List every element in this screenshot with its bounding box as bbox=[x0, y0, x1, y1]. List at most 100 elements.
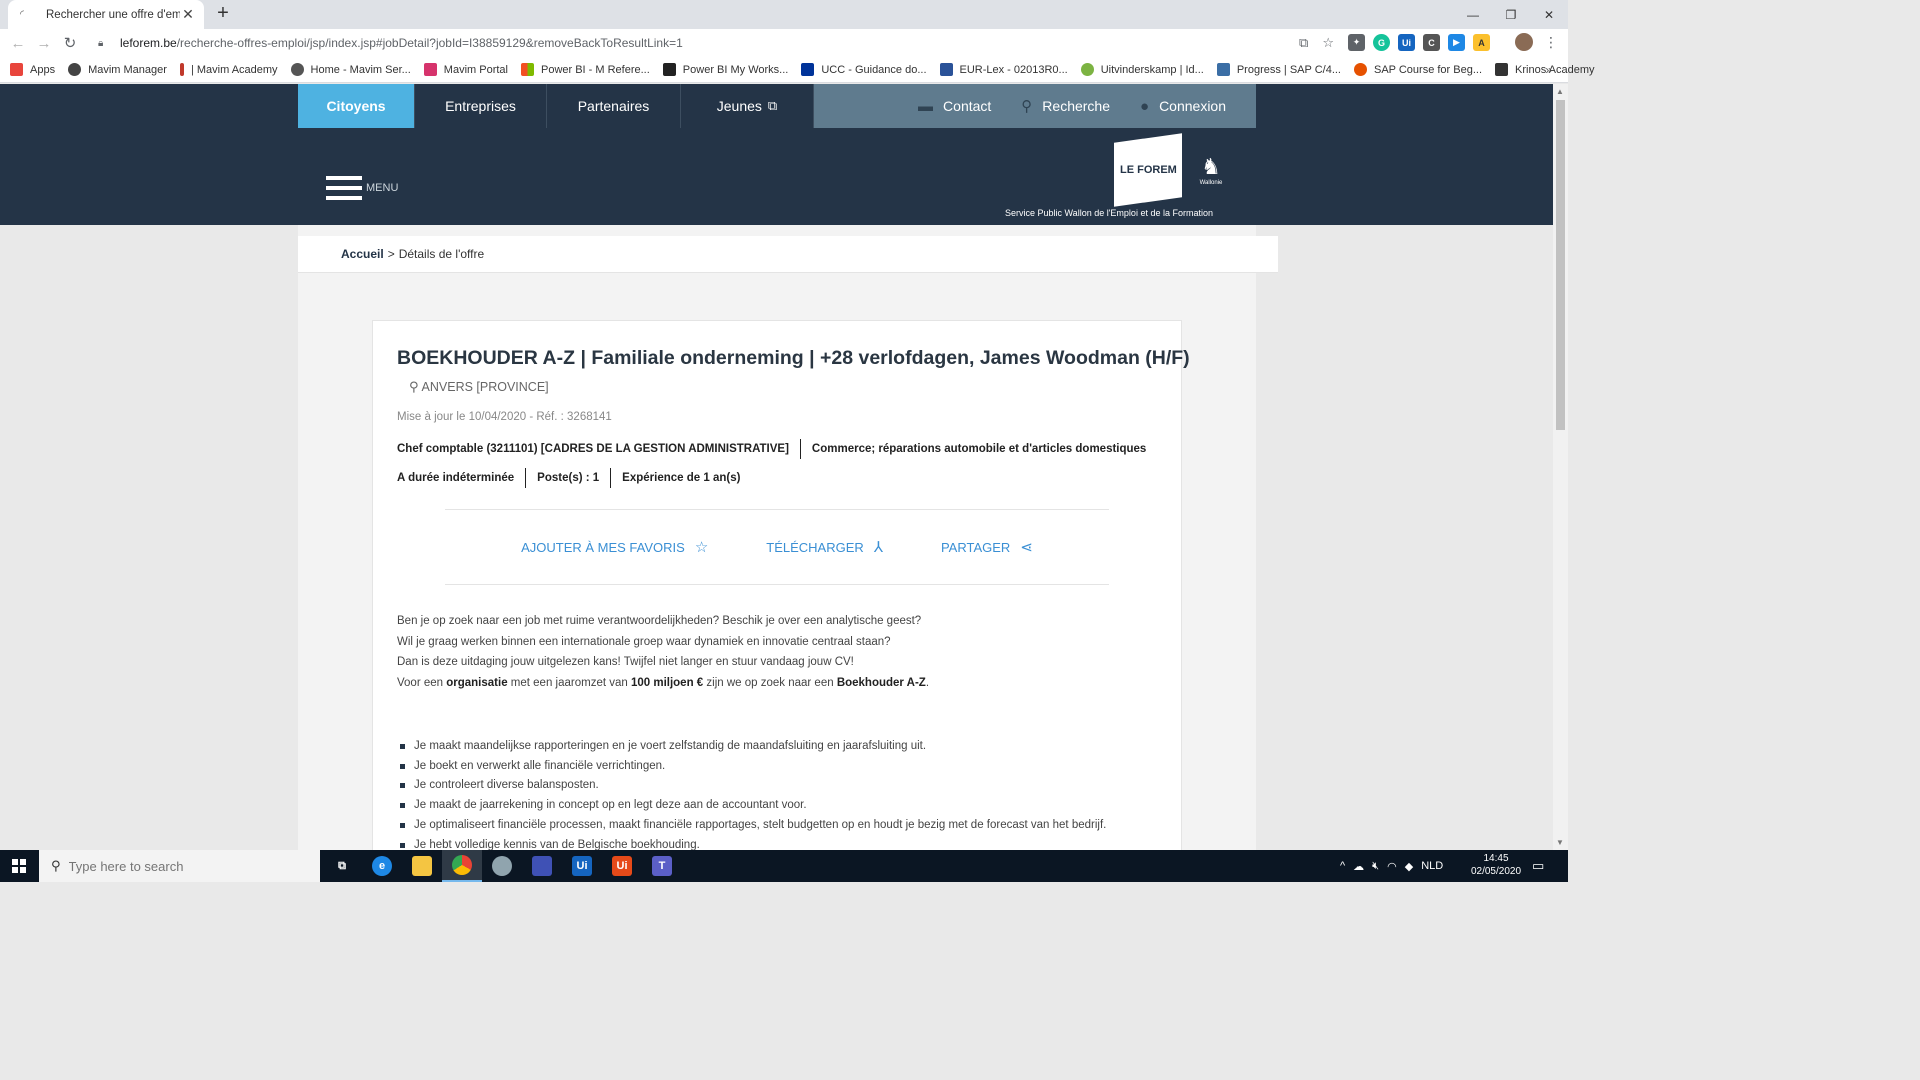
nav-jeunes[interactable]: Jeunes ⧉ bbox=[681, 84, 814, 128]
bookmark-home-mavim[interactable]: Home - Mavim Ser... bbox=[290, 63, 411, 76]
chat-bubble-icon: ▬ bbox=[918, 97, 934, 115]
bookmark-eur-lex[interactable]: EUR-Lex - 02013R0... bbox=[939, 63, 1068, 76]
share-button[interactable]: PARTAGER ⋖ bbox=[941, 538, 1033, 556]
text-segment: zijn we op zoek naar een bbox=[703, 676, 837, 689]
contact-link[interactable]: ▬ Contact bbox=[918, 98, 991, 115]
text-segment: Voor een bbox=[397, 676, 447, 689]
reload-icon[interactable]: ↻ bbox=[57, 34, 83, 52]
browser-menu-icon[interactable]: ⋮ bbox=[1544, 34, 1558, 51]
bookmark-label: Mavim Manager bbox=[88, 63, 167, 76]
bookmark-power-bi-ref[interactable]: Power BI - M Refere... bbox=[520, 63, 650, 76]
scroll-up-arrow-icon[interactable]: ▲ bbox=[1556, 87, 1564, 96]
language-indicator[interactable]: NLD bbox=[1421, 860, 1443, 872]
forward-arrow-icon[interactable]: → bbox=[31, 35, 57, 52]
breadcrumb-separator: > bbox=[387, 247, 395, 261]
list-item: Je boekt en verwerkt alle financiële ver… bbox=[397, 757, 1157, 777]
portal-icon bbox=[423, 63, 437, 76]
sap-icon bbox=[1216, 63, 1230, 76]
a-extension-icon[interactable]: A bbox=[1473, 34, 1490, 51]
uipath-robot-app[interactable]: Ui bbox=[602, 850, 642, 882]
add-favorite-button[interactable]: AJOUTER À MES FAVORIS ☆ bbox=[521, 538, 708, 556]
task-view-button[interactable]: ⧉ bbox=[322, 850, 362, 882]
bookmark-apps[interactable]: Apps bbox=[10, 63, 55, 76]
menu-button[interactable]: MENU bbox=[326, 176, 398, 200]
onedrive-icon[interactable]: ☁ bbox=[1353, 860, 1364, 873]
bookmark-label: Apps bbox=[30, 63, 56, 76]
volume-muted-icon[interactable]: 🔇︎ bbox=[1372, 860, 1379, 873]
url-host: leforem.be bbox=[120, 36, 177, 50]
search-label: Recherche bbox=[1042, 98, 1110, 114]
microsoft-icon bbox=[520, 63, 534, 76]
search-link[interactable]: ⚲ Recherche bbox=[1021, 97, 1110, 115]
chrome-app[interactable] bbox=[442, 850, 482, 882]
restore-button[interactable]: ❐ bbox=[1492, 0, 1530, 29]
url-text[interactable]: leforem.be/recherche-offres-emploi/jsp/i… bbox=[120, 36, 683, 50]
login-link[interactable]: ● Connexion bbox=[1140, 98, 1226, 115]
grammarly-icon[interactable]: G bbox=[1373, 34, 1390, 51]
browser-tab[interactable]: ◜ Rechercher une offre d'emploi ✕ bbox=[8, 0, 204, 29]
job-category-row: Chef comptable (3211101) [CADRES DE LA G… bbox=[397, 439, 1146, 459]
more-bookmarks-icon[interactable]: » bbox=[1545, 63, 1552, 77]
taskbar-search[interactable]: ⚲ bbox=[39, 850, 320, 882]
nav-partenaires[interactable]: Partenaires bbox=[547, 84, 681, 128]
minimize-button[interactable]: — bbox=[1454, 0, 1492, 29]
profile-avatar[interactable] bbox=[1515, 33, 1533, 51]
update-reference: Mise à jour le 10/04/2020 - Réf. : 32681… bbox=[397, 411, 612, 423]
bookmark-mavim-portal[interactable]: Mavim Portal bbox=[423, 63, 508, 76]
new-tab-button[interactable]: + bbox=[212, 3, 234, 25]
taskbar-search-input[interactable] bbox=[68, 858, 299, 874]
play-extension-icon[interactable]: ▶ bbox=[1448, 34, 1465, 51]
bookmark-label: Power BI - M Refere... bbox=[540, 63, 650, 76]
file-explorer-app[interactable] bbox=[402, 850, 442, 882]
list-item: Je controleert diverse balansposten. bbox=[397, 776, 1157, 796]
edge-app[interactable]: e bbox=[362, 850, 402, 882]
bookmark-star-icon[interactable]: ☆ bbox=[1322, 35, 1334, 51]
close-window-button[interactable]: ✕ bbox=[1530, 0, 1568, 29]
bookmark-uitvinderskamp[interactable]: Uitvinderskamp | Id... bbox=[1080, 63, 1204, 76]
palette-icon bbox=[492, 856, 512, 876]
network-app[interactable] bbox=[522, 850, 562, 882]
bookmark-power-bi-works[interactable]: Power BI My Works... bbox=[662, 63, 788, 76]
bookmark-progress-sap[interactable]: Progress | SAP C/4... bbox=[1216, 63, 1341, 76]
uipath-studio-app[interactable]: Ui bbox=[562, 850, 602, 882]
clock[interactable]: 14:45 02/05/2020 bbox=[1468, 852, 1524, 878]
omnibox-actions: ⧉ ☆ bbox=[1299, 35, 1334, 51]
scroll-thumb[interactable] bbox=[1556, 100, 1565, 430]
clock-date: 02/05/2020 bbox=[1470, 866, 1522, 877]
nav-entreprises[interactable]: Entreprises bbox=[415, 84, 547, 128]
breadcrumb-home-link[interactable]: Accueil bbox=[341, 247, 384, 261]
page-scrollbar[interactable]: ▲ ▼ bbox=[1553, 84, 1568, 850]
start-button[interactable] bbox=[0, 850, 38, 882]
back-arrow-icon[interactable]: ← bbox=[5, 35, 31, 52]
tab-close-icon[interactable]: ✕ bbox=[180, 6, 196, 23]
bar-chart-icon bbox=[662, 63, 676, 76]
wifi-icon[interactable]: ◠ bbox=[1387, 860, 1397, 873]
extensions-puzzle-icon[interactable]: ✦ bbox=[1348, 34, 1365, 51]
teams-app[interactable]: T bbox=[642, 850, 682, 882]
divider bbox=[610, 468, 612, 488]
download-button[interactable]: TÉLÉCHARGER ⅄ bbox=[766, 538, 883, 556]
browser-tab-strip: ◜ Rechercher une offre d'emploi ✕ + — ❐ … bbox=[0, 0, 1568, 29]
bookmark-ucc[interactable]: UCC - Guidance do... bbox=[801, 63, 927, 76]
bookmark-label: Uitvinderskamp | Id... bbox=[1100, 63, 1204, 76]
scroll-down-arrow-icon[interactable]: ▼ bbox=[1556, 838, 1564, 847]
nav-citoyens[interactable]: Citoyens bbox=[298, 84, 415, 128]
uipath-icon[interactable]: Ui bbox=[1398, 34, 1415, 51]
chevron-up-icon[interactable]: ^ bbox=[1340, 860, 1345, 872]
download-label: TÉLÉCHARGER bbox=[766, 539, 864, 555]
windows-taskbar: ⚲ ⧉ e Ui Ui T ^ ☁ 🔇︎ ◠ ◆ NLD 14:45 02/05… bbox=[0, 850, 1568, 882]
le-forem-logo[interactable]: LE FOREM bbox=[1114, 133, 1182, 207]
bookmark-mavim-manager[interactable]: Mavim Manager bbox=[68, 63, 167, 76]
c-extension-icon[interactable]: C bbox=[1423, 34, 1440, 51]
job-sector: Commerce; réparations automobile et d'ar… bbox=[811, 443, 1147, 455]
mavim-icon bbox=[68, 63, 82, 76]
job-profession: Chef comptable (3211101) [CADRES DE LA G… bbox=[397, 443, 789, 455]
paint-app[interactable] bbox=[482, 850, 522, 882]
dropbox-icon[interactable]: ◆ bbox=[1405, 860, 1413, 873]
bookmark-sap-course[interactable]: SAP Course for Beg... bbox=[1353, 63, 1482, 76]
notification-center-icon[interactable]: ▭ bbox=[1532, 858, 1544, 874]
bookmark-mavim-academy[interactable]: | Mavim Academy bbox=[179, 63, 278, 76]
main-content: Accueil > Détails de l'offre BOEKHOUDER … bbox=[298, 225, 1278, 850]
address-bar[interactable]: 🔒︎ leforem.be/recherche-offres-emploi/js… bbox=[88, 31, 1338, 55]
translate-icon[interactable]: ⧉ bbox=[1299, 35, 1308, 51]
